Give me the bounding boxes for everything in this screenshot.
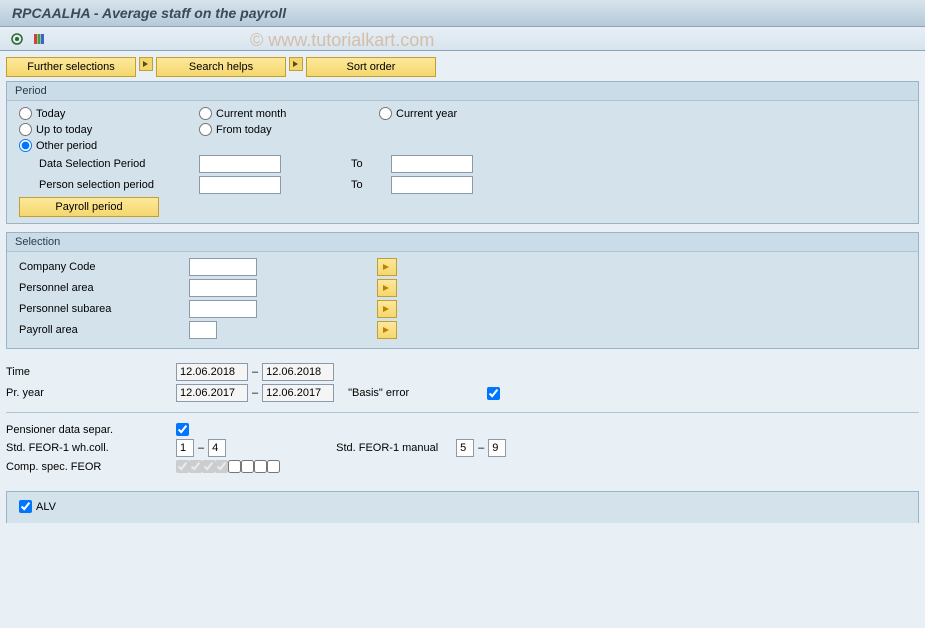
- time-label: Time: [6, 366, 176, 378]
- comp-spec-check-3[interactable]: [202, 460, 215, 473]
- radio-other-period-input[interactable]: [19, 139, 32, 152]
- search-helps-button[interactable]: Search helps: [156, 57, 286, 77]
- payroll-area-input[interactable]: [189, 321, 217, 339]
- company-code-multi-button[interactable]: [377, 258, 397, 276]
- comp-spec-checkgroup: [176, 460, 280, 473]
- comp-spec-check-7[interactable]: [254, 460, 267, 473]
- basis-error-label: "Basis" error: [348, 387, 409, 399]
- alv-section: ALV: [6, 491, 919, 523]
- comp-spec-check-4[interactable]: [215, 460, 228, 473]
- period-header: Period: [7, 82, 918, 101]
- radio-current-month-label: Current month: [216, 108, 286, 120]
- alv-checkbox[interactable]: [19, 500, 32, 513]
- to-label: To: [351, 179, 391, 191]
- radio-up-to-today[interactable]: Up to today: [19, 123, 199, 136]
- arrow-icon: [139, 57, 153, 71]
- personnel-subarea-multi-button[interactable]: [377, 300, 397, 318]
- radio-from-today-input[interactable]: [199, 123, 212, 136]
- to-label: To: [351, 158, 391, 170]
- radio-from-today[interactable]: From today: [199, 123, 379, 136]
- variant-icon[interactable]: [30, 30, 48, 48]
- time-to-field[interactable]: 12.06.2018: [262, 363, 334, 381]
- alv-label: ALV: [36, 501, 56, 513]
- comp-spec-check-5[interactable]: [228, 460, 241, 473]
- feor-wh-to-input[interactable]: [208, 439, 226, 457]
- comp-spec-check-6[interactable]: [241, 460, 254, 473]
- dash: –: [478, 442, 484, 454]
- radio-other-period-label: Other period: [36, 140, 97, 152]
- payroll-area-multi-button[interactable]: [377, 321, 397, 339]
- radio-up-to-today-label: Up to today: [36, 124, 92, 136]
- personnel-subarea-input[interactable]: [189, 300, 257, 318]
- data-selection-from-input[interactable]: [199, 155, 281, 173]
- payroll-period-button[interactable]: Payroll period: [19, 197, 159, 217]
- radio-other-period[interactable]: Other period: [19, 139, 199, 152]
- comp-spec-check-2[interactable]: [189, 460, 202, 473]
- pensioner-label: Pensioner data separ.: [6, 424, 176, 436]
- search-helps-label: Search helps: [189, 61, 253, 73]
- separator: [6, 412, 919, 413]
- personnel-area-label: Personnel area: [19, 282, 189, 294]
- arrow-icon: [289, 57, 303, 71]
- lower-fields: Time 12.06.2018 – 12.06.2018 Pr. year 12…: [6, 363, 919, 473]
- sort-order-label: Sort order: [347, 61, 396, 73]
- further-selections-button[interactable]: Further selections: [6, 57, 136, 77]
- radio-up-to-today-input[interactable]: [19, 123, 32, 136]
- company-code-input[interactable]: [189, 258, 257, 276]
- dash: –: [198, 442, 204, 454]
- radio-today-input[interactable]: [19, 107, 32, 120]
- sort-order-button[interactable]: Sort order: [306, 57, 436, 77]
- radio-current-year-label: Current year: [396, 108, 457, 120]
- person-selection-from-input[interactable]: [199, 176, 281, 194]
- personnel-area-input[interactable]: [189, 279, 257, 297]
- comp-spec-check-8[interactable]: [267, 460, 280, 473]
- content-area: Further selections Search helps Sort ord…: [0, 51, 925, 628]
- title-bar: RPCAALHA - Average staff on the payroll: [0, 0, 925, 27]
- payroll-period-label: Payroll period: [55, 201, 122, 213]
- selection-header: Selection: [7, 233, 918, 252]
- feor-wh-from-input[interactable]: [176, 439, 194, 457]
- data-selection-label: Data Selection Period: [39, 158, 199, 170]
- radio-current-month-input[interactable]: [199, 107, 212, 120]
- comp-spec-check-1[interactable]: [176, 460, 189, 473]
- radio-today[interactable]: Today: [19, 107, 199, 120]
- personnel-area-multi-button[interactable]: [377, 279, 397, 297]
- person-selection-to-input[interactable]: [391, 176, 473, 194]
- execute-icon[interactable]: [8, 30, 26, 48]
- basis-error-checkbox[interactable]: [487, 387, 500, 400]
- payroll-area-label: Payroll area: [19, 324, 189, 336]
- feor-manual-to-input[interactable]: [488, 439, 506, 457]
- pryear-to-field[interactable]: 12.06.2017: [262, 384, 334, 402]
- radio-current-month[interactable]: Current month: [199, 107, 379, 120]
- feor-manual-label: Std. FEOR-1 manual: [336, 442, 456, 454]
- company-code-label: Company Code: [19, 261, 189, 273]
- radio-current-year[interactable]: Current year: [379, 107, 539, 120]
- pensioner-checkbox[interactable]: [176, 423, 189, 436]
- radio-current-year-input[interactable]: [379, 107, 392, 120]
- feor-manual-from-input[interactable]: [456, 439, 474, 457]
- person-selection-label: Person selection period: [39, 179, 199, 191]
- time-from-field[interactable]: 12.06.2018: [176, 363, 248, 381]
- data-selection-to-input[interactable]: [391, 155, 473, 173]
- radio-from-today-label: From today: [216, 124, 272, 136]
- selection-section: Selection Company Code Personnel area Pe…: [6, 232, 919, 349]
- page-title: RPCAALHA - Average staff on the payroll: [12, 5, 286, 21]
- pryear-label: Pr. year: [6, 387, 176, 399]
- icon-toolbar: [0, 27, 925, 51]
- further-selections-label: Further selections: [27, 61, 114, 73]
- top-button-row: Further selections Search helps Sort ord…: [6, 57, 919, 77]
- dash: –: [252, 387, 258, 399]
- feor-wh-label: Std. FEOR-1 wh.coll.: [6, 442, 176, 454]
- pryear-from-field[interactable]: 12.06.2017: [176, 384, 248, 402]
- radio-today-label: Today: [36, 108, 65, 120]
- comp-spec-label: Comp. spec. FEOR: [6, 461, 176, 473]
- dash: –: [252, 366, 258, 378]
- period-section: Period Today Current month Current year: [6, 81, 919, 224]
- personnel-subarea-label: Personnel subarea: [19, 303, 189, 315]
